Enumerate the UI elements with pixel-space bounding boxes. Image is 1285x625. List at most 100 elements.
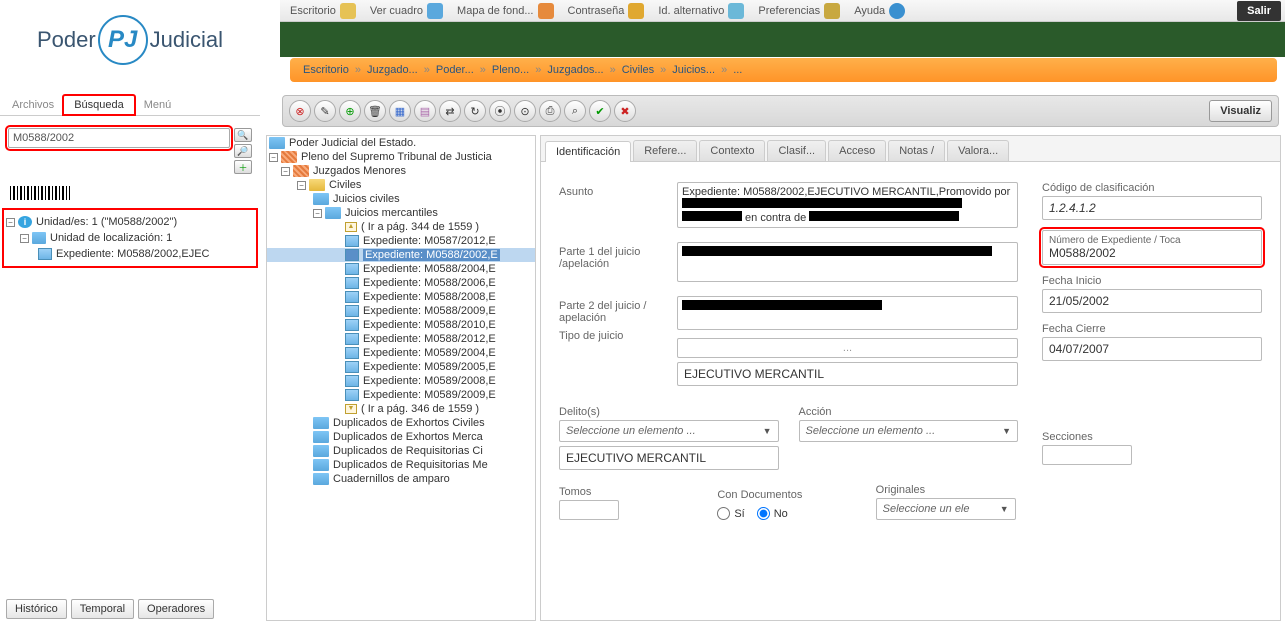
tree-exp-0[interactable]: Expediente: M0587/2012,E: [267, 234, 535, 248]
tb-print[interactable]: ⎙: [539, 100, 561, 122]
menu-contrasena[interactable]: Contraseña: [562, 1, 651, 21]
tb-grid1[interactable]: ▦: [389, 100, 411, 122]
bc-juzgado[interactable]: Juzgado...: [367, 64, 418, 76]
search-advanced-button[interactable]: 🔎: [234, 144, 252, 158]
result-loc[interactable]: − Unidad de localización: 1: [6, 230, 254, 246]
menu-escritorio[interactable]: Escritorio: [284, 1, 362, 21]
field-secciones[interactable]: [1042, 445, 1132, 465]
radio-si[interactable]: Sí: [717, 507, 744, 520]
tree-juicios-mercantiles[interactable]: −Juicios mercantiles: [267, 206, 535, 220]
ftab-notas[interactable]: Notas /: [888, 140, 945, 161]
ftab-clasificacion[interactable]: Clasif...: [767, 140, 826, 161]
tree-exp-6[interactable]: Expediente: M0588/2010,E: [267, 318, 535, 332]
tb-cancel[interactable]: ✖: [614, 100, 636, 122]
field-tomos[interactable]: [559, 500, 619, 520]
folder-icon: [309, 179, 325, 191]
search-go-button[interactable]: 🔍: [234, 128, 252, 142]
field-asunto[interactable]: Expediente: M0588/2002,EJECUTIVO MERCANT…: [677, 182, 1018, 228]
menu-id-alternativo[interactable]: Id. alternativo: [652, 1, 750, 21]
tree-root[interactable]: Poder Judicial del Estado.: [267, 136, 535, 150]
visualizar-button[interactable]: Visualiz: [1209, 100, 1272, 122]
select-accion[interactable]: Seleccione un elemento ...: [799, 420, 1019, 442]
tree-exp-9[interactable]: Expediente: M0589/2005,E: [267, 360, 535, 374]
tree-exp-11[interactable]: Expediente: M0589/2009,E: [267, 388, 535, 402]
tree-pleno[interactable]: −Pleno del Supremo Tribunal de Justicia: [267, 150, 535, 164]
tree-exp-2[interactable]: Expediente: M0588/2004,E: [267, 262, 535, 276]
tab-operadores[interactable]: Operadores: [138, 599, 214, 619]
tree-dup-0[interactable]: Duplicados de Exhortos Civiles: [267, 416, 535, 430]
ftab-valoracion[interactable]: Valora...: [947, 140, 1009, 161]
tree-juzgados[interactable]: −Juzgados Menores: [267, 164, 535, 178]
tree-dup-2[interactable]: Duplicados de Requisitorias Ci: [267, 444, 535, 458]
result-root[interactable]: − i Unidad/es: 1 ("M0588/2002"): [6, 214, 254, 230]
menu-ayuda[interactable]: Ayuda: [848, 1, 911, 21]
tree-juicios-civiles[interactable]: Juicios civiles: [267, 192, 535, 206]
tb-dot[interactable]: ⊙: [514, 100, 536, 122]
tree-dup-3[interactable]: Duplicados de Requisitorias Me: [267, 458, 535, 472]
ftab-identificacion[interactable]: Identificación: [545, 141, 631, 162]
bc-pleno[interactable]: Pleno...: [492, 64, 529, 76]
tb-swap[interactable]: ⇄: [439, 100, 461, 122]
field-parte2[interactable]: [677, 296, 1018, 330]
tree-page-up[interactable]: ▲( Ir a pág. 344 de 1559 ): [267, 220, 535, 234]
field-num-expediente[interactable]: Número de Expediente / Toca M0588/2002: [1042, 230, 1262, 265]
tree-exp-5[interactable]: Expediente: M0588/2009,E: [267, 304, 535, 318]
tb-confirm[interactable]: ✔: [589, 100, 611, 122]
tb-edit[interactable]: ✎: [314, 100, 336, 122]
collapse-icon[interactable]: −: [313, 209, 322, 218]
search-add-button[interactable]: ＋: [234, 160, 252, 174]
menu-ver-cuadro[interactable]: Ver cuadro: [364, 1, 449, 21]
tree-civiles[interactable]: −Civiles: [267, 178, 535, 192]
bc-juicios[interactable]: Juicios...: [672, 64, 715, 76]
bc-escritorio[interactable]: Escritorio: [303, 64, 349, 76]
collapse-icon[interactable]: −: [269, 153, 278, 162]
tree-dup-4[interactable]: Cuadernillos de amparo: [267, 472, 535, 486]
tab-temporal[interactable]: Temporal: [71, 599, 134, 619]
field-delitos-val[interactable]: EJECUTIVO MERCANTIL: [559, 446, 779, 470]
menu-preferencias[interactable]: Preferencias: [752, 1, 846, 21]
tab-archivos[interactable]: Archivos: [4, 95, 62, 115]
tab-busqueda[interactable]: Búsqueda: [62, 94, 136, 116]
tree-dup-1[interactable]: Duplicados de Exhortos Merca: [267, 430, 535, 444]
collapse-icon[interactable]: −: [281, 167, 290, 176]
tb-add[interactable]: ⊕: [339, 100, 361, 122]
bc-civiles[interactable]: Civiles: [622, 64, 654, 76]
ftab-referencias[interactable]: Refere...: [633, 140, 697, 161]
select-originales[interactable]: Seleccione un ele: [876, 498, 1016, 520]
expand-toggle-icon[interactable]: −: [20, 234, 29, 243]
field-fecha-cierre[interactable]: 04/07/2007: [1042, 337, 1262, 361]
field-codigo[interactable]: 1.2.4.1.2: [1042, 196, 1262, 220]
tb-delete[interactable]: ⊗: [289, 100, 311, 122]
result-expediente[interactable]: Expediente: M0588/2002,EJEC: [6, 246, 254, 262]
menu-mapa-fondos[interactable]: Mapa de fond...: [451, 1, 559, 21]
search-input[interactable]: [8, 128, 230, 148]
ftab-acceso[interactable]: Acceso: [828, 140, 886, 161]
field-tipo-juicio[interactable]: EJECUTIVO MERCANTIL: [677, 362, 1018, 386]
tree-exp-4[interactable]: Expediente: M0588/2008,E: [267, 290, 535, 304]
tree-exp-7[interactable]: Expediente: M0588/2012,E: [267, 332, 535, 346]
select-delitos[interactable]: Seleccione un elemento ...: [559, 420, 779, 442]
field-fecha-inicio[interactable]: 21/05/2002: [1042, 289, 1262, 313]
tb-trash[interactable]: 🗑: [364, 100, 386, 122]
tb-search[interactable]: ⌕: [564, 100, 586, 122]
radio-no[interactable]: No: [757, 507, 788, 520]
tab-historico[interactable]: Histórico: [6, 599, 67, 619]
tree-page-down[interactable]: ▼( Ir a pág. 346 de 1559 ): [267, 402, 535, 416]
expand-toggle-icon[interactable]: −: [6, 218, 15, 227]
tree-exp-3[interactable]: Expediente: M0588/2006,E: [267, 276, 535, 290]
tree-exp-8[interactable]: Expediente: M0589/2004,E: [267, 346, 535, 360]
tb-refresh[interactable]: ↻: [464, 100, 486, 122]
tree-exp-1[interactable]: Expediente: M0588/2002,E: [267, 248, 535, 262]
field-parte1[interactable]: [677, 242, 1018, 282]
bc-poder[interactable]: Poder...: [436, 64, 474, 76]
ftab-contexto[interactable]: Contexto: [699, 140, 765, 161]
tb-grid2[interactable]: ▤: [414, 100, 436, 122]
field-tipo-extra[interactable]: ...: [677, 338, 1018, 358]
label-accion: Acción: [799, 406, 1019, 418]
collapse-icon[interactable]: −: [297, 181, 306, 190]
menu-salir[interactable]: Salir: [1237, 1, 1281, 21]
bc-juzgados[interactable]: Juzgados...: [547, 64, 603, 76]
tab-menu[interactable]: Menú: [136, 95, 180, 115]
tb-target[interactable]: ⦿: [489, 100, 511, 122]
tree-exp-10[interactable]: Expediente: M0589/2008,E: [267, 374, 535, 388]
